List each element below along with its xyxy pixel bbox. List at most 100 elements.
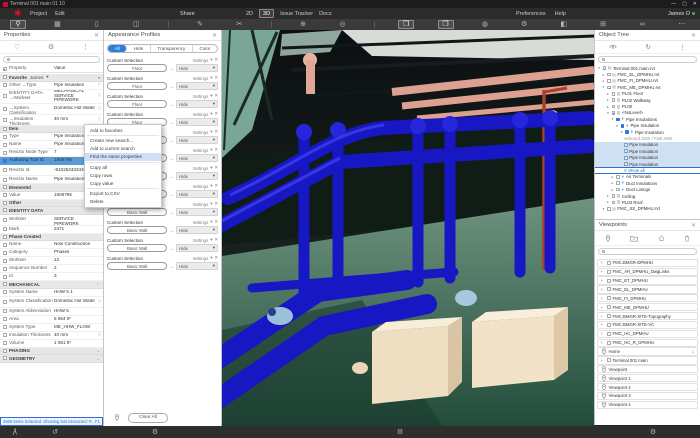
expander-icon[interactable]: ▾ (620, 130, 624, 134)
viewpoint-item[interactable]: Viewpoint 1 (597, 374, 698, 382)
property-row[interactable]: IDENTITY DATA →WorksetMECHANICAL SERVICE… (0, 90, 103, 104)
row-checkbox[interactable] (3, 135, 7, 139)
expander-icon[interactable]: ▾ (597, 66, 601, 70)
select-all-checkbox[interactable] (3, 67, 7, 71)
sheets-icon[interactable]: ▦ (49, 20, 65, 29)
entry-action-select[interactable]: Hide▾ (176, 136, 218, 144)
row-checkbox[interactable] (3, 127, 7, 131)
brand-logo-icon[interactable]: ✱ (14, 8, 22, 19)
entry-settings-button[interactable]: Settings (193, 76, 209, 81)
row-checkbox[interactable] (3, 356, 7, 360)
expander-icon[interactable]: ▾ (602, 85, 606, 89)
close-icon[interactable]: ✕ (94, 32, 99, 39)
tree-settings-gear-icon[interactable]: ⚙ (646, 426, 660, 438)
property-section-row[interactable]: MECHANICAL⌃ (0, 281, 103, 289)
viewpoint-item[interactable]: Viewpoint 2 (597, 383, 698, 391)
property-section-row[interactable]: GEOMETRY⌄ (0, 355, 103, 363)
tree-checkbox[interactable] (612, 92, 616, 96)
kebab-menu-icon[interactable]: ⋮ (679, 43, 686, 51)
chevron-down-icon[interactable]: ▾ (210, 165, 212, 171)
row-checkbox[interactable] (3, 243, 7, 247)
expander-icon[interactable]: ▸ (611, 181, 615, 185)
viewpoint-item[interactable]: +FMC.BMGR-SITE-Topography (597, 312, 698, 320)
chevron-down-icon[interactable]: ▾ (210, 75, 212, 81)
row-checkbox[interactable] (3, 341, 7, 345)
entry-close-icon[interactable]: ✕ (214, 255, 218, 261)
folder-add-icon[interactable]: ⊞ (595, 20, 611, 29)
viewport-settings-gear-icon[interactable]: ⚙ (393, 426, 407, 438)
expander-plus-icon[interactable]: + (601, 340, 605, 345)
row-checkbox[interactable] (3, 193, 7, 197)
section-collapse-icon[interactable]: ⌄ (97, 348, 103, 353)
viewpoint-item[interactable]: +FMC_ET_DPMHU (597, 276, 698, 284)
property-row[interactable]: MECHANICAL →System ClassificationDomesti… (0, 104, 103, 115)
entry-settings-button[interactable]: Settings (193, 130, 209, 135)
property-row[interactable]: NameNew Construction (0, 241, 103, 249)
close-icon[interactable]: ✕ (212, 32, 217, 39)
tree-checkbox[interactable] (607, 86, 611, 90)
viewpoint-checkbox[interactable] (607, 279, 611, 283)
viewpoint-item[interactable]: +FMC_ME_DPMHU (597, 303, 698, 311)
entry-close-icon[interactable]: ✕ (214, 129, 218, 135)
entry-action-select[interactable]: Hide▾ (176, 244, 218, 252)
menu-edit[interactable]: Edit (55, 11, 64, 17)
expander-icon[interactable]: ▸ (606, 105, 610, 109)
tab-all[interactable]: All (108, 45, 127, 52)
row-checkbox[interactable] (3, 235, 7, 239)
favorite-user-dropdown[interactable]: James▾ (30, 74, 49, 80)
expander-icon[interactable]: ▸ (606, 194, 610, 198)
entry-source-pill[interactable]: Basic Wall (107, 208, 167, 216)
row-checkbox[interactable] (3, 309, 7, 313)
expander-icon[interactable]: ▸ (606, 92, 610, 96)
viewpoint-checkbox[interactable] (607, 296, 611, 300)
expander-icon[interactable]: ▸ (602, 79, 606, 83)
property-row[interactable]: System TypeME_HHW_FLOW (0, 324, 103, 332)
row-checkbox[interactable] (3, 290, 7, 294)
row-checkbox[interactable] (3, 251, 7, 255)
context-menu-item[interactable]: Find the same properties (85, 153, 161, 161)
expander-plus-icon[interactable]: + (601, 331, 605, 336)
property-row[interactable]: Workset13 (0, 257, 103, 265)
property-row[interactable]: System AbbreviationHHW 5 (0, 308, 103, 316)
row-checkbox[interactable] (3, 325, 7, 329)
add-comment-icon[interactable]: ⊕ (295, 20, 311, 29)
viewpoint-item[interactable]: +FMC.BMGR-DPMHU (597, 259, 698, 267)
entry-settings-button[interactable]: Settings (193, 58, 209, 63)
expander-plus-icon[interactable]: + (601, 260, 605, 265)
entry-action-select[interactable]: Hide▾ (176, 226, 218, 234)
viewpoint-item[interactable]: Viewpoint (597, 365, 698, 373)
viewpoint-item[interactable]: +FMC_HC_DPMHU (597, 330, 698, 338)
expander-plus-icon[interactable]: + (601, 278, 605, 283)
viewpoint-item[interactable]: +FMC_EL_DPMHU (597, 285, 698, 293)
entry-close-icon[interactable]: ✕ (214, 219, 218, 225)
property-row[interactable]: System NameHHW 5 1 (0, 289, 103, 297)
entry-settings-button[interactable]: Settings (193, 94, 209, 99)
row-checkbox[interactable] (3, 75, 7, 79)
favorite-heart-icon[interactable]: ♡ (96, 93, 103, 99)
entry-action-select[interactable]: Hide▾ (176, 64, 218, 72)
tree-checkbox[interactable] (625, 130, 629, 134)
tree-checkbox[interactable] (616, 188, 620, 192)
entry-source-pill[interactable]: Basic Wall (107, 226, 167, 234)
entry-source-pill[interactable]: Basic Wall (107, 244, 167, 252)
entry-close-icon[interactable]: ✕ (214, 75, 218, 81)
viewpoint-item[interactable]: Viewpoint 3 (597, 392, 698, 400)
expander-plus-icon[interactable]: + (601, 322, 605, 327)
row-checkbox[interactable] (3, 201, 7, 205)
entry-action-select[interactable]: Hide▾ (176, 154, 218, 162)
favorite-heart-icon[interactable]: ♡ (96, 117, 103, 123)
box-mode-icon[interactable]: ❒ (398, 20, 414, 29)
tree-checkbox[interactable] (607, 207, 611, 211)
link-icon[interactable]: ∞ (634, 20, 650, 29)
context-menu-item[interactable]: Delete (85, 198, 161, 206)
section-collapse-icon[interactable]: ⌃ (97, 282, 103, 287)
maximize-button[interactable]: ▢ (682, 1, 687, 7)
entry-close-icon[interactable]: ✕ (214, 57, 218, 63)
entry-close-icon[interactable]: ✕ (214, 93, 218, 99)
tree-checkbox[interactable] (612, 194, 616, 198)
row-checkbox[interactable] (3, 107, 7, 111)
entry-source-pill[interactable]: Basic Wall (107, 262, 167, 270)
entry-settings-button[interactable]: Settings (193, 184, 209, 189)
tree-checkbox[interactable] (616, 118, 620, 122)
viewpoint-item[interactable]: +Terminal 001 main (597, 356, 698, 364)
